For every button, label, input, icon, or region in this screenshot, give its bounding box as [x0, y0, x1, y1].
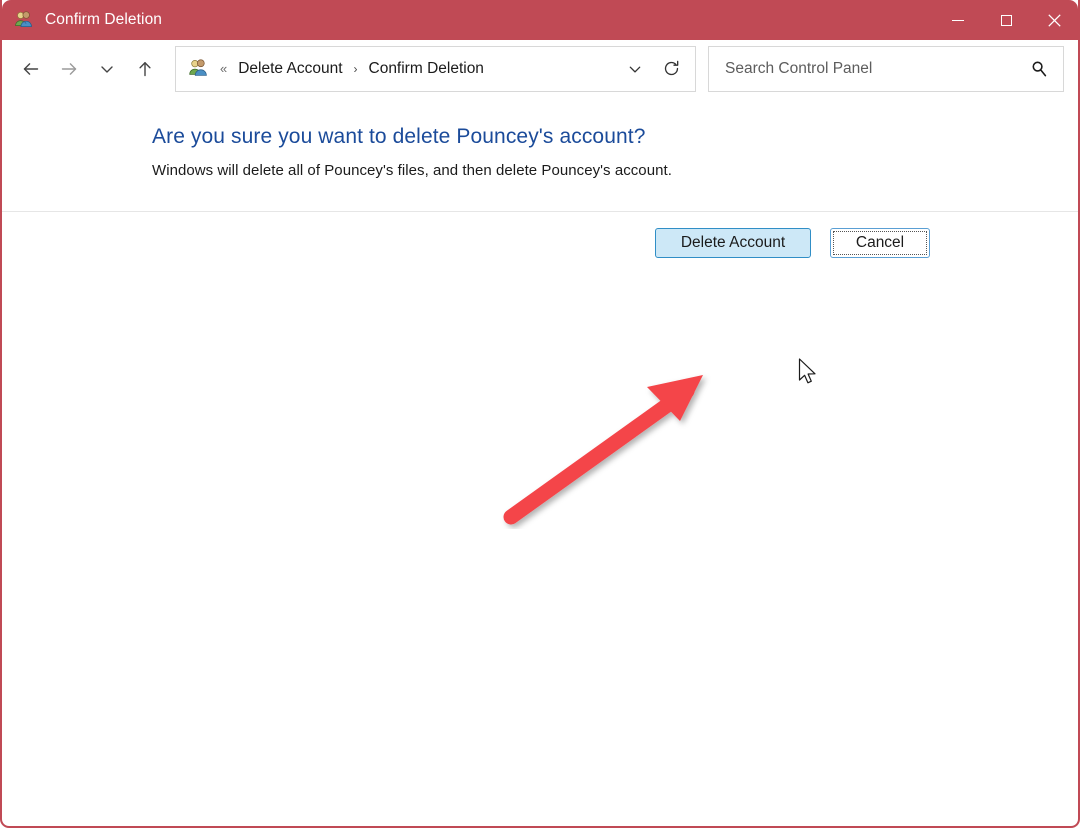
- arrow-up-icon: [139, 61, 151, 76]
- delete-account-button-label: Delete Account: [680, 234, 786, 251]
- red-callout-arrow: [503, 375, 703, 525]
- up-button[interactable]: [126, 50, 164, 88]
- breadcrumb-item-confirm-deletion[interactable]: Confirm Deletion: [367, 57, 486, 81]
- title-bar[interactable]: Confirm Deletion: [2, 0, 1078, 40]
- page-title: Are you sure you want to delete Pouncey'…: [152, 125, 646, 148]
- close-button[interactable]: [1030, 0, 1078, 40]
- cancel-button[interactable]: Cancel: [830, 228, 930, 258]
- control-panel-window: Confirm Deletion « Delete Account › Conf…: [0, 0, 1080, 828]
- minimize-icon: [952, 19, 964, 21]
- search-button[interactable]: [1019, 49, 1059, 89]
- window-controls: [934, 0, 1078, 40]
- delete-account-button[interactable]: Delete Account: [655, 228, 811, 258]
- breadcrumb-separator: ›: [353, 61, 358, 76]
- page-description: Windows will delete all of Pouncey's fil…: [152, 162, 672, 179]
- close-icon: [1047, 13, 1061, 27]
- recent-locations-button[interactable]: [88, 50, 126, 88]
- arrow-right-icon: [61, 62, 77, 75]
- back-button[interactable]: [12, 50, 50, 88]
- navigation-toolbar: « Delete Account › Confirm Deletion: [2, 40, 1078, 97]
- user-accounts-icon: [14, 10, 34, 30]
- maximize-button[interactable]: [982, 0, 1030, 40]
- window-title: Confirm Deletion: [45, 11, 163, 28]
- refresh-icon: [664, 60, 678, 76]
- mouse-pointer-cursor: [798, 358, 816, 384]
- search-box[interactable]: [708, 45, 1064, 92]
- maximize-icon: [1000, 14, 1012, 26]
- forward-button[interactable]: [50, 50, 88, 88]
- search-input[interactable]: [723, 58, 1019, 79]
- breadcrumb-user-accounts-icon: [188, 58, 209, 79]
- address-bar[interactable]: « Delete Account › Confirm Deletion: [175, 45, 696, 92]
- chevron-down-icon: [101, 65, 113, 73]
- action-button-row: Delete Account Cancel: [2, 212, 1078, 274]
- title-bar-left: Confirm Deletion: [2, 10, 934, 30]
- chevron-down-icon: [629, 66, 641, 73]
- cancel-button-label: Cancel: [855, 234, 905, 251]
- page-content: Are you sure you want to delete Pouncey'…: [2, 97, 1078, 525]
- breadcrumb-overflow-chevron[interactable]: «: [220, 61, 227, 76]
- refresh-button[interactable]: [653, 50, 689, 88]
- minimize-button[interactable]: [934, 0, 982, 40]
- arrow-left-icon: [23, 62, 39, 75]
- confirmation-message-block: Are you sure you want to delete Pouncey'…: [2, 97, 1078, 211]
- breadcrumb-item-delete-account[interactable]: Delete Account: [236, 57, 344, 81]
- search-icon: [1032, 60, 1047, 76]
- address-dropdown-button[interactable]: [617, 50, 653, 88]
